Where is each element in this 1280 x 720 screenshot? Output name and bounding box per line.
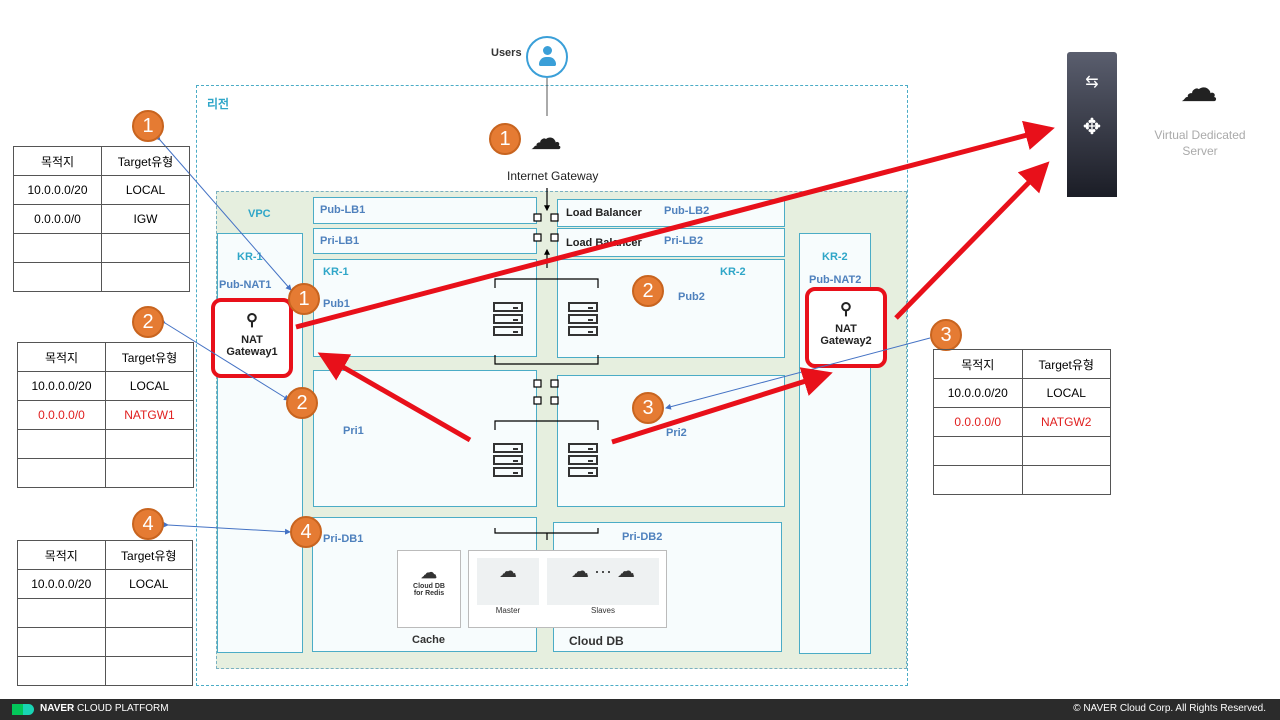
table-row: 10.0.0.0/20 LOCAL (933, 378, 1111, 408)
table-row (933, 465, 1111, 495)
table-row (17, 627, 193, 657)
table-row: 10.0.0.0/20 LOCAL (13, 175, 190, 205)
table-row: 0.0.0.0/0 IGW (13, 204, 190, 234)
table-cell (933, 436, 1023, 466)
table-cell (105, 458, 194, 488)
table-cell (104, 656, 193, 686)
route-table: 목적지 Target유형 10.0.0.0/20 LOCAL 0.0.0.0/0 NATG… (17, 342, 194, 488)
table-cell: NATGW2 (1021, 407, 1111, 437)
table-row: 0.0.0.0/0 NATGW1 (17, 400, 194, 430)
table-cell: 0.0.0.0/0 (17, 400, 106, 430)
table-header-row: 목적지 Target유형 (933, 349, 1111, 379)
header-cell: 목적지 (17, 540, 106, 570)
table-row (13, 233, 190, 263)
table-cell: LOCAL (105, 371, 194, 401)
table-cell (105, 429, 194, 459)
step-badge: 2 (132, 306, 164, 338)
table-row (13, 262, 190, 292)
table-cell (104, 627, 193, 657)
route-table: 목적지 Target유형 10.0.0.0/20 LOCAL (17, 540, 193, 686)
table-cell: 0.0.0.0/0 (933, 407, 1023, 437)
table-cell (13, 233, 102, 263)
table-cell (101, 262, 190, 292)
table-cell: LOCAL (1021, 378, 1111, 408)
table-cell: NATGW1 (105, 400, 194, 430)
table-row: 10.0.0.0/20 LOCAL (17, 569, 193, 599)
table-cell (933, 465, 1023, 495)
table-row (17, 656, 193, 686)
header-cell: 목적지 (13, 146, 102, 176)
step-badge: 1 (489, 123, 521, 155)
step-badge: 2 (286, 387, 318, 419)
header-cell: Target유형 (1021, 349, 1111, 379)
table-cell: 10.0.0.0/20 (17, 371, 106, 401)
copyright: © NAVER Cloud Corp. All Rights Reserved. (1073, 703, 1266, 714)
brand: CLOUD PLATFORM (74, 703, 169, 714)
table-row (17, 458, 194, 488)
table-cell (17, 656, 106, 686)
step-badge: 3 (930, 319, 962, 351)
step-badge: 4 (132, 508, 164, 540)
table-row (17, 598, 193, 628)
brand-bold: NAVER (40, 703, 75, 714)
table-cell: 0.0.0.0/0 (13, 204, 102, 234)
header-cell: Target유형 (104, 540, 193, 570)
table-row (17, 429, 194, 459)
header-cell: Target유형 (101, 146, 190, 176)
table-row (933, 436, 1111, 466)
table-cell (17, 598, 106, 628)
step-badge: 3 (632, 392, 664, 424)
route-table: 목적지 Target유형 10.0.0.0/20 LOCAL 0.0.0.0/0 NATG… (933, 349, 1111, 495)
header-cell: 목적지 (933, 349, 1023, 379)
table-cell: IGW (101, 204, 190, 234)
table-row: 10.0.0.0/20 LOCAL (17, 371, 194, 401)
table-cell (104, 598, 193, 628)
footer: NAVER CLOUD PLATFORM © NAVER Cloud Corp.… (0, 699, 1280, 720)
table-header-row: 목적지 Target유형 (17, 540, 193, 570)
table-header-row: 목적지 Target유형 (17, 342, 194, 372)
table-cell (101, 233, 190, 263)
step-badge: 1 (132, 110, 164, 142)
header-cell: Target유형 (105, 342, 194, 372)
table-cell (17, 458, 106, 488)
step-badge: 4 (290, 516, 322, 548)
step-badge: 2 (632, 275, 664, 307)
table-cell (1021, 436, 1111, 466)
table-cell: LOCAL (104, 569, 193, 599)
step-badge: 1 (288, 283, 320, 315)
table-cell (17, 627, 106, 657)
table-cell: 10.0.0.0/20 (17, 569, 106, 599)
table-cell (1021, 465, 1111, 495)
naver-cloud-logo (12, 704, 34, 715)
table-row: 0.0.0.0/0 NATGW2 (933, 407, 1111, 437)
header-cell: 목적지 (17, 342, 106, 372)
table-cell (17, 429, 106, 459)
table-cell: 10.0.0.0/20 (13, 175, 102, 205)
table-cell: LOCAL (101, 175, 190, 205)
table-header-row: 목적지 Target유형 (13, 146, 190, 176)
table-cell (13, 262, 102, 292)
table-cell: 10.0.0.0/20 (933, 378, 1023, 408)
route-table: 목적지 Target유형 10.0.0.0/20 LOCAL 0.0.0.0/0 IGW (13, 146, 190, 292)
